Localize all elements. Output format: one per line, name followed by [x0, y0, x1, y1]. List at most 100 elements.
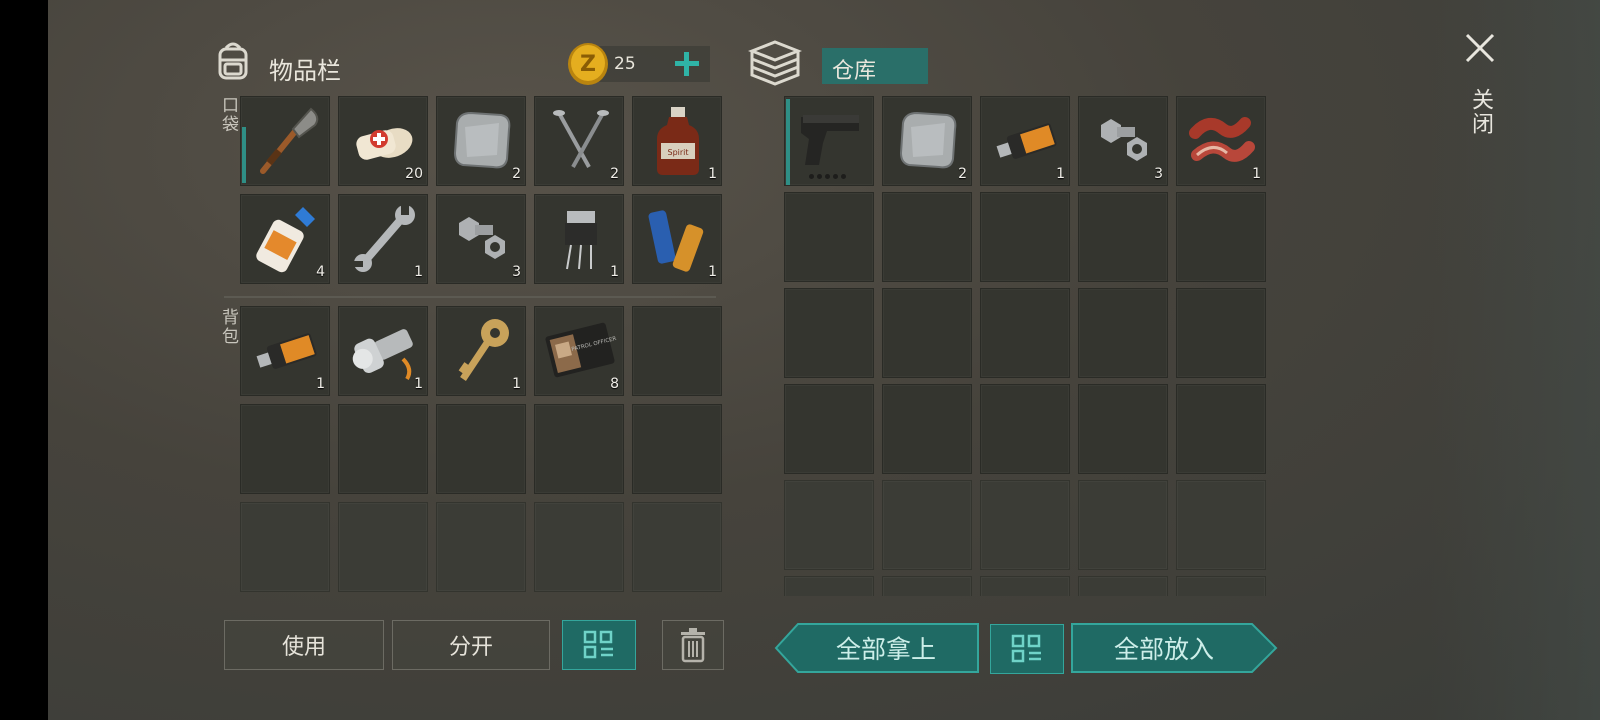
svg-text:Z: Z — [580, 52, 596, 77]
pocket-slot[interactable]: 1 — [338, 194, 428, 284]
storage-slot[interactable] — [1176, 576, 1266, 596]
storage-slot[interactable] — [784, 192, 874, 282]
backpack-slot[interactable] — [436, 404, 526, 494]
use-button[interactable]: 使用 — [224, 620, 384, 670]
trash-button[interactable] — [662, 620, 724, 670]
put-all-button[interactable]: 全部放入 — [1072, 623, 1256, 673]
storage-slot[interactable]: 1 — [980, 96, 1070, 186]
metal-plate-icon — [899, 111, 957, 169]
pocket-slot[interactable] — [240, 96, 330, 186]
item-count: 1 — [414, 264, 423, 280]
storage-slot[interactable] — [1078, 480, 1168, 570]
section-divider — [224, 296, 716, 298]
backpack-slot[interactable]: 1 — [338, 306, 428, 396]
take-all-button[interactable]: 全部拿上 — [792, 623, 980, 673]
storage-slot[interactable] — [980, 480, 1070, 570]
storage-title: 仓库 — [832, 59, 877, 84]
close-label[interactable]: 关闭 — [1464, 88, 1496, 136]
selected-indicator — [786, 99, 790, 185]
storage-slot[interactable] — [784, 576, 874, 596]
storage-slot[interactable] — [1078, 384, 1168, 474]
item-count: 8 — [610, 376, 619, 392]
close-icon[interactable] — [1464, 32, 1496, 64]
pocket-slot[interactable]: 1 — [632, 194, 722, 284]
storage-slot[interactable] — [882, 480, 972, 570]
storage-slot[interactable] — [1176, 192, 1266, 282]
item-count: 1 — [1056, 166, 1065, 182]
item-count: 4 — [316, 264, 325, 280]
item-count: 20 — [405, 166, 423, 182]
flashlight-icon — [352, 329, 413, 381]
storage-slot[interactable] — [1176, 288, 1266, 378]
storage-slot[interactable] — [784, 384, 874, 474]
storage-slot[interactable] — [1176, 480, 1266, 570]
backpack-slot[interactable] — [338, 404, 428, 494]
backpack-slot[interactable]: 1 — [436, 306, 526, 396]
backpack-slot[interactable] — [632, 404, 722, 494]
storage-slot[interactable] — [980, 576, 1070, 596]
storage-slot[interactable] — [980, 192, 1070, 282]
nails-icon — [553, 110, 609, 168]
grid-sort-icon — [1011, 634, 1041, 663]
backpack-slot[interactable]: 1 — [240, 306, 330, 396]
storage-slot[interactable] — [882, 192, 972, 282]
glue-icon — [256, 207, 315, 273]
pocket-slot[interactable]: 2 — [436, 96, 526, 186]
storage-slot[interactable]: 3 — [1078, 96, 1168, 186]
pistol-icon — [801, 115, 859, 165]
storage-grid: 2 1 3 1 — [784, 96, 1268, 596]
storage-slot[interactable] — [980, 288, 1070, 378]
item-count: 1 — [1252, 166, 1261, 182]
transistor-icon — [565, 211, 597, 270]
backpack-slot[interactable] — [240, 404, 330, 494]
storage-slot[interactable] — [784, 480, 874, 570]
wrench-icon — [353, 205, 415, 272]
storage-slot[interactable] — [784, 288, 874, 378]
batteries-icon — [648, 210, 704, 272]
usb-drive-icon — [996, 123, 1057, 159]
item-count: 3 — [512, 264, 521, 280]
backpack-slot[interactable] — [632, 306, 722, 396]
storage-stack-icon — [748, 40, 802, 86]
backpack-label: 背包 — [218, 308, 238, 346]
storage-slot[interactable] — [882, 576, 972, 596]
split-button[interactable]: 分开 — [392, 620, 550, 670]
backpack-slot[interactable]: PATROL OFFICER 8 — [534, 306, 624, 396]
selected-indicator — [242, 127, 246, 183]
storage-slot[interactable] — [1078, 576, 1168, 596]
pocket-slot[interactable]: 20 — [338, 96, 428, 186]
backpack-slot[interactable] — [436, 502, 526, 592]
bolt-nut-icon — [459, 217, 505, 259]
backpack-slot[interactable] — [240, 502, 330, 592]
pocket-slot[interactable]: 3 — [436, 194, 526, 284]
storage-slot[interactable]: 2 — [882, 96, 972, 186]
trash-icon — [681, 628, 705, 663]
pocket-slot[interactable]: 1 — [534, 194, 624, 284]
storage-slot[interactable] — [882, 384, 972, 474]
pocket-label: 口袋 — [218, 96, 238, 134]
item-count: 1 — [708, 264, 717, 280]
storage-slot[interactable] — [1078, 288, 1168, 378]
sort-inventory-button[interactable] — [562, 620, 636, 670]
spirit-bottle-icon: Spirit — [657, 107, 699, 175]
storage-slot[interactable] — [882, 288, 972, 378]
grid-sort-icon — [583, 630, 613, 659]
backpack-slot[interactable] — [534, 502, 624, 592]
backpack-slot[interactable] — [534, 404, 624, 494]
item-count: 1 — [512, 376, 521, 392]
add-coins-button[interactable] — [672, 49, 702, 79]
pocket-slot[interactable]: 2 — [534, 96, 624, 186]
backpack-slot[interactable] — [632, 502, 722, 592]
metal-plate-icon — [453, 111, 511, 169]
durability-dots — [809, 174, 846, 179]
backpack-slot[interactable] — [338, 502, 428, 592]
storage-slot[interactable] — [980, 384, 1070, 474]
shovel-icon — [260, 107, 319, 174]
sort-storage-button[interactable] — [990, 624, 1064, 674]
pocket-slot[interactable]: 4 — [240, 194, 330, 284]
storage-slot[interactable] — [1176, 384, 1266, 474]
storage-slot[interactable]: 1 — [1176, 96, 1266, 186]
storage-slot[interactable] — [784, 96, 874, 186]
storage-slot[interactable] — [1078, 192, 1168, 282]
pocket-slot[interactable]: Spirit 1 — [632, 96, 722, 186]
